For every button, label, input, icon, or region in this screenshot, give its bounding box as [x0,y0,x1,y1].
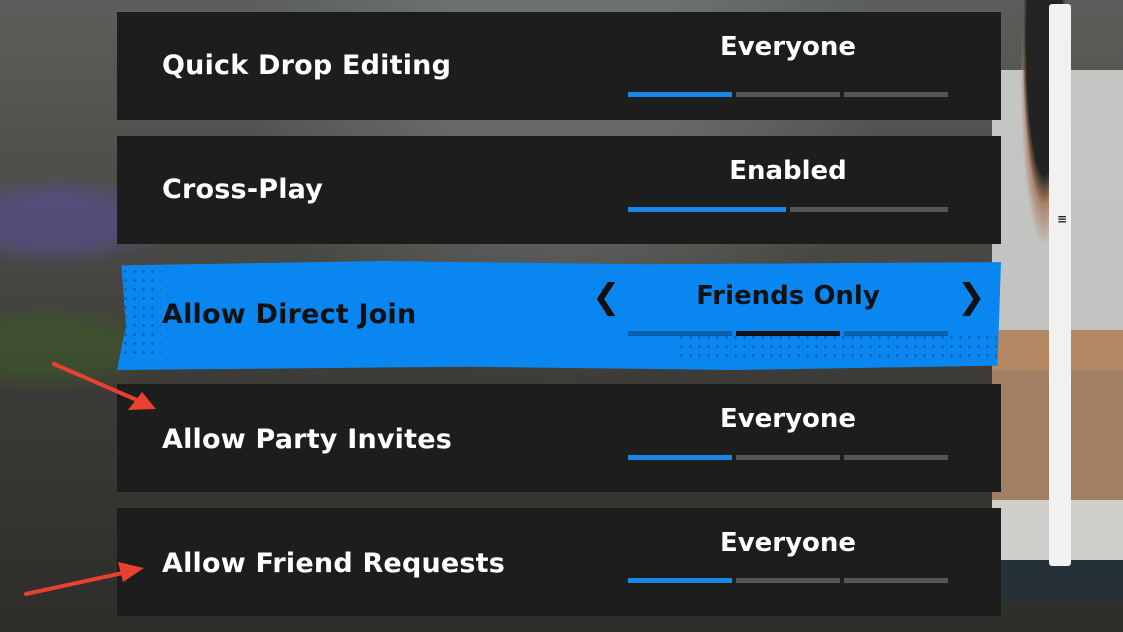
setting-label: Allow Direct Join [162,299,417,330]
decorative-dots [121,267,161,357]
indicator-segment [628,455,732,460]
indicator-segment [844,331,948,336]
indicator-segment [844,455,948,460]
setting-value: Friends Only [696,281,880,311]
setting-value: Everyone [719,528,857,558]
setting-row-allow-direct-join[interactable]: Allow Direct Join ❮ Friends Only ❯ [117,261,1001,370]
setting-label: Allow Friend Requests [162,548,506,579]
indicator-segment [628,92,732,97]
scrollbar-grip-icon[interactable]: ≡ [1057,212,1067,226]
value-indicator [628,207,948,212]
setting-value: Enabled [729,156,847,186]
setting-row-quick-drop-editing[interactable]: Quick Drop Editing Everyone [117,12,1001,120]
chevron-right-icon[interactable]: ❯ [957,277,986,317]
indicator-segment [736,455,840,460]
setting-label: Cross-Play [162,174,324,205]
indicator-segment [736,578,840,583]
red-arrow-icon [52,362,156,410]
decorative-dots [677,333,997,363]
value-indicator [628,331,948,336]
indicator-segment [736,331,840,336]
setting-label: Allow Party Invites [162,424,453,455]
indicator-segment [844,92,948,97]
setting-row-allow-party-invites[interactable]: Allow Party Invites Everyone [117,384,1001,492]
scrollbar[interactable] [1049,4,1071,566]
indicator-segment [628,207,786,212]
indicator-segment [790,207,948,212]
indicator-segment [844,578,948,583]
indicator-segment [628,578,732,583]
value-indicator [628,455,948,460]
setting-value: Everyone [719,404,857,434]
value-indicator [628,92,948,97]
setting-row-allow-friend-requests[interactable]: Allow Friend Requests Everyone [117,508,1001,616]
indicator-segment [628,331,732,336]
value-indicator [628,578,948,583]
setting-row-cross-play[interactable]: Cross-Play Enabled [117,136,1001,244]
setting-value: Everyone [719,32,857,62]
red-arrow-icon [24,562,144,596]
chevron-left-icon[interactable]: ❮ [592,277,621,317]
setting-label: Quick Drop Editing [162,50,452,81]
indicator-segment [736,92,840,97]
